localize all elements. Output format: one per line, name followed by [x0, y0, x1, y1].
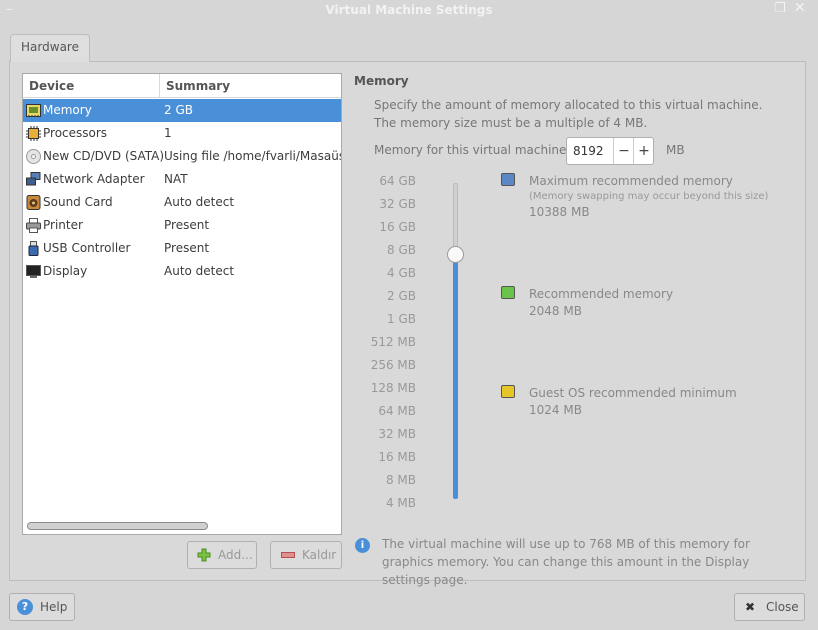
scale-label: 32 GB [379, 197, 416, 211]
scale-label: 4 MB [385, 496, 416, 510]
scale-label: 128 MB [370, 381, 416, 395]
plus-icon [197, 548, 211, 562]
scale-label: 2 GB [387, 289, 416, 303]
memory-spinbox[interactable]: 8192 − + [566, 137, 654, 165]
device-label: Network Adapter [43, 172, 145, 186]
device-summary: Auto detect [164, 264, 235, 278]
column-header-device[interactable]: Device [23, 74, 160, 98]
graphics-memory-info: The virtual machine will use up to 768 M… [382, 537, 750, 587]
help-icon: ? [17, 599, 33, 615]
help-button[interactable]: ? Help [9, 593, 75, 621]
device-summary: Present [164, 218, 210, 232]
display-icon [26, 265, 41, 278]
scale-label: 64 MB [378, 404, 416, 418]
scale-label: 16 GB [379, 220, 416, 234]
help-button-label: Help [40, 600, 68, 614]
memory-section-title: Memory [354, 74, 409, 88]
device-summary: NAT [164, 172, 188, 186]
add-device-button[interactable]: Add... [187, 541, 257, 569]
remove-button-label: Kaldır [302, 548, 337, 562]
horizontal-scrollbar[interactable] [27, 522, 208, 530]
device-summary: 2 GB [164, 103, 193, 117]
recommended-memory-swatch [501, 286, 515, 299]
device-row-network[interactable]: Network Adapter NAT [23, 168, 341, 191]
device-row-processors[interactable]: Processors 1 [23, 122, 341, 145]
close-icon: ✖ [745, 600, 756, 614]
processor-icon [26, 126, 41, 141]
scale-label: 32 MB [378, 427, 416, 441]
remove-device-button[interactable]: Kaldır [270, 541, 342, 569]
memory-description: Specify the amount of memory allocated t… [374, 98, 763, 130]
scale-label: 64 GB [379, 174, 416, 188]
recommended-memory-label: Recommended memory [529, 287, 674, 301]
device-label: Display [43, 264, 88, 278]
network-icon [26, 172, 41, 186]
close-button[interactable]: ✖ Close [734, 593, 805, 621]
scale-label: 16 MB [378, 450, 416, 464]
memory-icon [26, 104, 41, 117]
scale-label: 4 GB [387, 266, 416, 280]
max-memory-label: Maximum recommended memory [529, 174, 733, 188]
window-title: Virtual Machine Settings [325, 3, 493, 17]
device-label: New CD/DVD (SATA) [43, 149, 165, 163]
scale-label: 256 MB [370, 358, 416, 372]
memory-value-input[interactable]: 8192 [573, 144, 604, 158]
device-row-usb[interactable]: USB Controller Present [23, 237, 341, 260]
minimum-memory-label: Guest OS recommended minimum [529, 386, 737, 400]
cd-icon [26, 149, 41, 164]
device-label: Processors [43, 126, 108, 140]
decrement-button[interactable]: − [613, 138, 634, 164]
info-icon: i [355, 538, 370, 553]
scale-label: 1 GB [387, 312, 416, 326]
usb-icon [28, 241, 39, 256]
device-row-cd-dvd[interactable]: New CD/DVD (SATA) Using file /home/fvarl… [23, 145, 341, 168]
memory-slider-track[interactable] [453, 183, 458, 255]
device-row-sound[interactable]: Sound Card Auto detect [23, 191, 341, 214]
scale-label: 512 MB [370, 335, 416, 349]
printer-icon [26, 218, 41, 233]
speaker-icon [26, 195, 41, 210]
increment-button[interactable]: + [633, 138, 654, 164]
tab-hardware[interactable]: Hardware [10, 34, 90, 62]
scale-label: 8 GB [387, 243, 416, 257]
scale-label: 8 MB [385, 473, 416, 487]
memory-slider-handle[interactable] [447, 246, 464, 263]
minus-icon [281, 552, 295, 558]
device-row-memory[interactable]: Memory 2 GB [23, 99, 341, 122]
minimum-memory-swatch [501, 385, 515, 398]
max-memory-value: 10388 MB [529, 205, 590, 219]
device-row-printer[interactable]: Printer Present [23, 214, 341, 237]
memory-slider-fill[interactable] [453, 254, 458, 499]
column-header-summary[interactable]: Summary [160, 74, 341, 98]
device-label: Memory [43, 103, 92, 117]
device-label: USB Controller [43, 241, 131, 255]
device-summary: 1 [164, 126, 172, 140]
add-button-label: Add... [218, 548, 253, 562]
device-label: Printer [43, 218, 83, 232]
maximize-icon[interactable]: ❐ [774, 1, 786, 16]
device-table[interactable]: Device Summary Memory 2 GB Processors 1 … [22, 73, 342, 535]
max-memory-note: (Memory swapping may occur beyond this s… [529, 191, 769, 202]
device-row-display[interactable]: Display Auto detect [23, 260, 341, 283]
device-summary: Present [164, 241, 210, 255]
device-summary: Using file /home/fvarli/Masaüstü [164, 149, 341, 163]
device-label: Sound Card [43, 195, 113, 209]
minimum-memory-value: 1024 MB [529, 403, 582, 417]
device-summary: Auto detect [164, 195, 235, 209]
max-memory-swatch [501, 173, 515, 186]
close-button-label: Close [766, 600, 799, 614]
recommended-memory-value: 2048 MB [529, 304, 582, 318]
memory-field-label: Memory for this virtual machine: [374, 143, 571, 157]
close-window-icon[interactable]: ✕ [794, 0, 806, 16]
memory-unit: MB [666, 143, 685, 157]
